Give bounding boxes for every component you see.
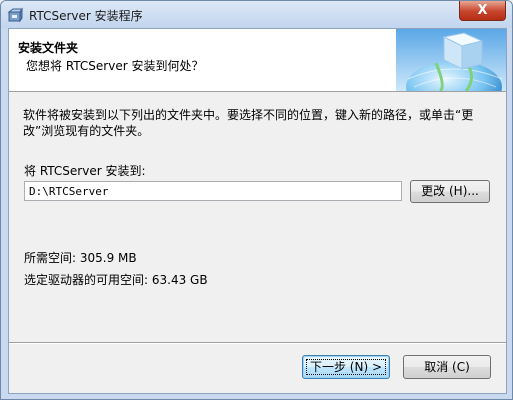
next-button[interactable]: 下一步 (N) >: [302, 355, 390, 379]
cancel-button[interactable]: 取消 (C): [403, 355, 491, 379]
page-title: 安装文件夹: [18, 41, 79, 55]
installer-window: RTCServer 安装程序 X 安装文件夹 您想将 RTCServer 安装到…: [0, 0, 513, 400]
close-button[interactable]: X: [459, 1, 506, 21]
dialog-client-area: 安装文件夹 您想将 RTCServer 安装到何处？ 软件将被安装到以下列出的文…: [8, 28, 507, 394]
space-available-text: 选定驱动器的可用空间: 63.43 GB: [24, 273, 208, 287]
window-title: RTCServer 安装程序: [29, 9, 143, 23]
change-folder-button[interactable]: 更改 (H)...: [410, 180, 490, 203]
installer-globe-cube-icon: [396, 29, 506, 91]
installer-package-icon: [7, 7, 23, 23]
footer-divider: [9, 342, 506, 344]
title-bar[interactable]: RTCServer 安装程序 X: [1, 1, 512, 28]
destination-label: 将 RTCServer 安装到:: [24, 164, 146, 178]
description-text: 软件将被安装到以下列出的文件夹中。要选择不同的位置，键入新的路径，或单击“更改”…: [23, 108, 474, 138]
wizard-header: 安装文件夹 您想将 RTCServer 安装到何处？: [9, 29, 506, 92]
destination-path-input[interactable]: [24, 181, 402, 201]
close-icon: X: [477, 3, 488, 18]
next-button-label: 下一步 (N) >: [309, 360, 383, 374]
page-subtitle: 您想将 RTCServer 安装到何处？: [26, 59, 204, 73]
space-required-text: 所需空间: 305.9 MB: [24, 251, 137, 265]
